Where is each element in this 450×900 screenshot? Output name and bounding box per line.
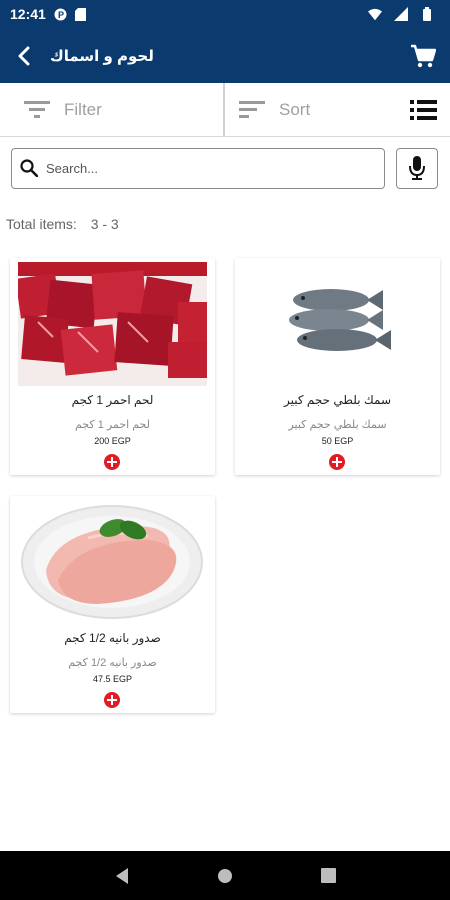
product-description: سمك بلطي حجم كبير [288,419,387,431]
search-icon [20,159,38,177]
search-input[interactable] [46,160,366,176]
product-description: لحم احمر 1 كجم [74,419,150,431]
product-price: 50 EGP [321,436,354,446]
product-card[interactable]: سمك بلطي حجم كبير سمك بلطي حجم كبير 50 E… [235,258,440,475]
sort-label: Sort [279,99,311,119]
total-items: Total items: 3 - 3 [6,216,119,232]
status-bar: 12:41 P [0,0,450,28]
total-items-value: 3 - 3 [90,216,119,232]
add-icon[interactable] [329,454,345,470]
search-row [11,147,439,189]
search-box[interactable] [11,147,385,189]
sort-button[interactable]: Sort [225,83,395,136]
add-icon[interactable] [104,692,120,708]
sort-icon [239,100,265,118]
back-arrow-icon[interactable] [12,44,36,68]
product-image-red-meat [18,262,207,386]
filter-icon [24,100,50,118]
cart-icon[interactable] [408,41,438,71]
system-nav-bar [0,851,450,900]
app-bar: لحوم و اسماك [0,28,450,83]
signal-icon [394,7,408,21]
sd-card-icon [74,7,88,21]
total-items-label: Total items: [6,216,77,232]
app-notification-icon: P [54,7,68,21]
product-card[interactable]: صدور بانيه 1/2 كجم صدور بانيه 1/2 كجم 47… [10,496,215,713]
product-name: لحم احمر 1 كجم [71,393,154,407]
product-price: 200 EGP [94,436,131,446]
product-description: صدور بانيه 1/2 كجم [68,657,157,669]
list-view-icon[interactable] [408,95,438,125]
nav-back-icon[interactable] [107,861,137,891]
product-image-chicken [18,500,207,624]
product-image-fish [243,262,432,386]
filter-label: Filter [64,99,102,119]
product-name: سمك بلطي حجم كبير [284,393,391,407]
add-icon[interactable] [104,454,120,470]
status-time: 12:41 [10,6,46,22]
svg-text:P: P [58,10,64,20]
mic-icon[interactable] [396,147,438,189]
filter-button[interactable]: Filter [0,83,225,136]
page-title: لحوم و اسماك [50,47,154,65]
nav-home-icon[interactable] [210,861,240,891]
product-card[interactable]: لحم احمر 1 كجم لحم احمر 1 كجم 200 EGP [10,258,215,475]
filter-sort-bar: Filter Sort [0,83,450,137]
nav-recents-icon[interactable] [313,861,343,891]
product-name: صدور بانيه 1/2 كجم [64,631,161,645]
product-price: 47.5 EGP [92,674,133,684]
wifi-icon [368,7,382,21]
battery-icon [420,7,434,21]
